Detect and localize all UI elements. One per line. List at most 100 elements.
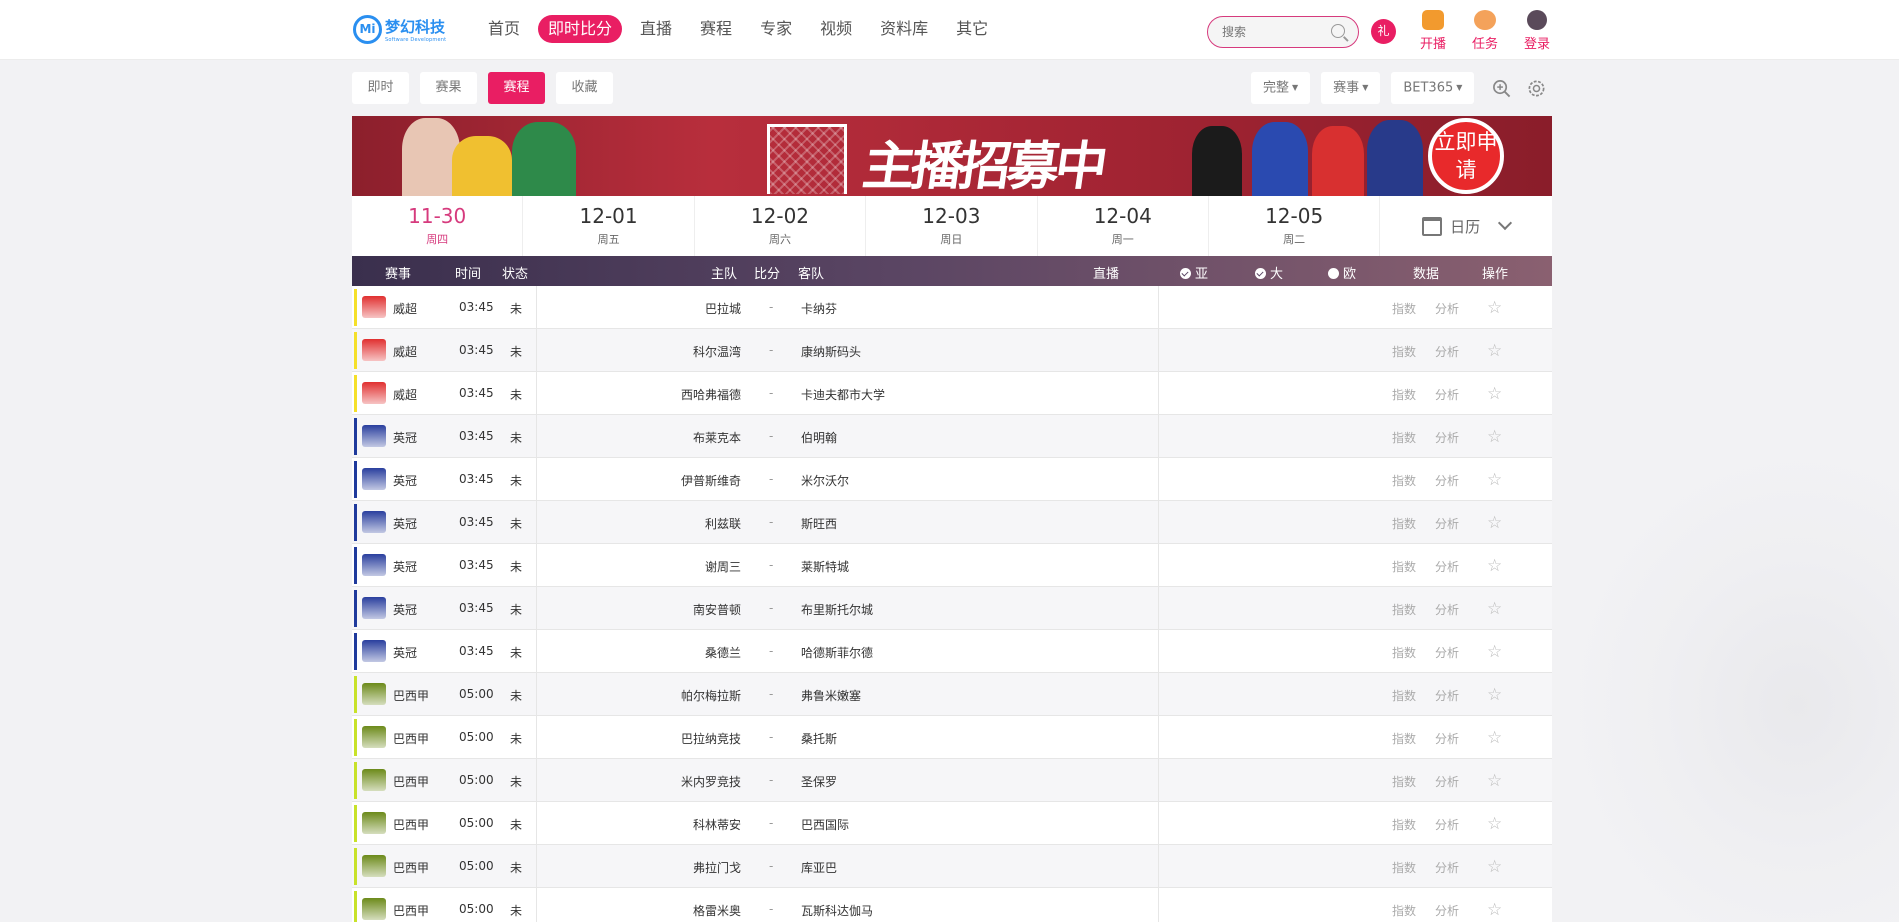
table-row[interactable]: 巴西甲 05:00 未 帕尔梅拉斯 - 弗鲁米嫩塞 指数 分析 ☆ [352,673,1552,716]
login-button[interactable]: 登录 [1519,10,1555,52]
table-row[interactable]: 英冠 03:45 未 布莱克本 - 伯明翰 指数 分析 ☆ [352,415,1552,458]
home-team[interactable]: 格雷米奥 [693,902,741,919]
filter-league-dropdown[interactable]: 赛事 ▼ [1321,72,1381,104]
away-team[interactable]: 卡纳芬 [801,300,837,317]
analysis-link[interactable]: 分析 [1435,687,1459,704]
home-team[interactable]: 弗拉门戈 [693,859,741,876]
home-team[interactable]: 利兹联 [705,515,741,532]
analysis-link[interactable]: 分析 [1435,902,1459,919]
calendar-dropdown[interactable]: 日历 [1380,196,1552,256]
favorite-star-icon[interactable]: ☆ [1487,857,1502,877]
away-team[interactable]: 弗鲁米嫩塞 [801,687,861,704]
favorite-star-icon[interactable]: ☆ [1487,298,1502,318]
away-team[interactable]: 库亚巴 [801,859,837,876]
toggle-asia[interactable]: 亚 [1180,263,1208,282]
home-team[interactable]: 巴拉纳竞技 [681,730,741,747]
home-team[interactable]: 科尔温湾 [693,343,741,360]
away-team[interactable]: 巴西国际 [801,816,849,833]
away-team[interactable]: 哈德斯菲尔德 [801,644,873,661]
date-tab[interactable]: 12-03 周日 [866,196,1038,256]
analysis-link[interactable]: 分析 [1435,816,1459,833]
favorite-star-icon[interactable]: ☆ [1487,900,1502,920]
odds-index-link[interactable]: 指数 [1392,730,1416,747]
favorite-star-icon[interactable]: ☆ [1487,728,1502,748]
table-row[interactable]: 巴西甲 05:00 未 巴拉纳竞技 - 桑托斯 指数 分析 ☆ [352,716,1552,759]
analysis-link[interactable]: 分析 [1435,343,1459,360]
tasks-button[interactable]: 任务 [1467,10,1503,52]
toggle-euro[interactable]: 欧 [1328,263,1356,282]
home-team[interactable]: 米内罗竞技 [681,773,741,790]
nav-database[interactable]: 资料库 [870,15,938,43]
date-tab[interactable]: 12-04 周一 [1038,196,1209,256]
apply-now-button[interactable]: 立即申请 [1428,118,1504,194]
favorite-star-icon[interactable]: ☆ [1487,470,1502,490]
odds-index-link[interactable]: 指数 [1392,558,1416,575]
table-row[interactable]: 英冠 03:45 未 桑德兰 - 哈德斯菲尔德 指数 分析 ☆ [352,630,1552,673]
away-team[interactable]: 布里斯托尔城 [801,601,873,618]
date-tab[interactable]: 11-30 周四 [352,196,524,256]
table-row[interactable]: 英冠 03:45 未 利兹联 - 斯旺西 指数 分析 ☆ [352,501,1552,544]
analysis-link[interactable]: 分析 [1435,773,1459,790]
nav-live-score[interactable]: 即时比分 [538,15,623,43]
away-team[interactable]: 桑托斯 [801,730,837,747]
odds-index-link[interactable]: 指数 [1392,429,1416,446]
home-team[interactable]: 科林蒂安 [693,816,741,833]
favorite-star-icon[interactable]: ☆ [1487,771,1502,791]
table-row[interactable]: 英冠 03:45 未 伊普斯维奇 - 米尔沃尔 指数 分析 ☆ [352,458,1552,501]
home-team[interactable]: 巴拉城 [705,300,741,317]
tab-favorites[interactable]: 收藏 [556,72,613,104]
home-team[interactable]: 帕尔梅拉斯 [681,687,741,704]
brand-logo[interactable]: Mi 梦幻科技 Software Development [353,14,453,44]
home-team[interactable]: 伊普斯维奇 [681,472,741,489]
table-row[interactable]: 巴西甲 05:00 未 米内罗竞技 - 圣保罗 指数 分析 ☆ [352,759,1552,802]
away-team[interactable]: 莱斯特城 [801,558,849,575]
favorite-star-icon[interactable]: ☆ [1487,814,1502,834]
home-team[interactable]: 西哈弗福德 [681,386,741,403]
table-row[interactable]: 巴西甲 05:00 未 弗拉门戈 - 库亚巴 指数 分析 ☆ [352,845,1552,888]
settings-gear-icon[interactable] [1527,79,1546,98]
away-team[interactable]: 瓦斯科达伽马 [801,902,873,919]
table-row[interactable]: 英冠 03:45 未 谢周三 - 莱斯特城 指数 分析 ☆ [352,544,1552,587]
odds-index-link[interactable]: 指数 [1392,386,1416,403]
nav-experts[interactable]: 专家 [750,15,802,43]
away-team[interactable]: 伯明翰 [801,429,837,446]
away-team[interactable]: 康纳斯码头 [801,343,861,360]
date-tab[interactable]: 12-02 周六 [695,196,867,256]
nav-live[interactable]: 直播 [630,15,682,43]
nav-other[interactable]: 其它 [946,15,998,43]
odds-index-link[interactable]: 指数 [1392,343,1416,360]
search-input[interactable] [1222,25,1334,39]
analysis-link[interactable]: 分析 [1435,601,1459,618]
analysis-link[interactable]: 分析 [1435,472,1459,489]
analysis-link[interactable]: 分析 [1435,730,1459,747]
away-team[interactable]: 圣保罗 [801,773,837,790]
favorite-star-icon[interactable]: ☆ [1487,513,1502,533]
home-team[interactable]: 布莱克本 [693,429,741,446]
search-icon[interactable] [1331,24,1345,38]
gift-icon[interactable]: 礼 [1371,19,1396,44]
table-row[interactable]: 威超 03:45 未 西哈弗福德 - 卡迪夫都市大学 指数 分析 ☆ [352,372,1552,415]
odds-index-link[interactable]: 指数 [1392,300,1416,317]
odds-index-link[interactable]: 指数 [1392,472,1416,489]
date-tab[interactable]: 12-01 周五 [523,196,695,256]
favorite-star-icon[interactable]: ☆ [1487,341,1502,361]
filter-complete-dropdown[interactable]: 完整 ▼ [1251,72,1311,104]
odds-index-link[interactable]: 指数 [1392,902,1416,919]
toggle-big[interactable]: 大 [1255,263,1283,282]
home-team[interactable]: 谢周三 [705,558,741,575]
favorite-star-icon[interactable]: ☆ [1487,556,1502,576]
recruit-banner[interactable]: 主播招募中 立即申请 [352,116,1552,196]
table-row[interactable]: 巴西甲 05:00 未 格雷米奥 - 瓦斯科达伽马 指数 分析 ☆ [352,888,1552,922]
home-team[interactable]: 南安普顿 [693,601,741,618]
analysis-link[interactable]: 分析 [1435,515,1459,532]
away-team[interactable]: 卡迪夫都市大学 [801,386,885,403]
favorite-star-icon[interactable]: ☆ [1487,384,1502,404]
tab-results[interactable]: 赛果 [420,72,477,104]
analysis-link[interactable]: 分析 [1435,558,1459,575]
analysis-link[interactable]: 分析 [1435,644,1459,661]
odds-index-link[interactable]: 指数 [1392,816,1416,833]
away-team[interactable]: 米尔沃尔 [801,472,849,489]
table-row[interactable]: 英冠 03:45 未 南安普顿 - 布里斯托尔城 指数 分析 ☆ [352,587,1552,630]
analysis-link[interactable]: 分析 [1435,859,1459,876]
favorite-star-icon[interactable]: ☆ [1487,599,1502,619]
